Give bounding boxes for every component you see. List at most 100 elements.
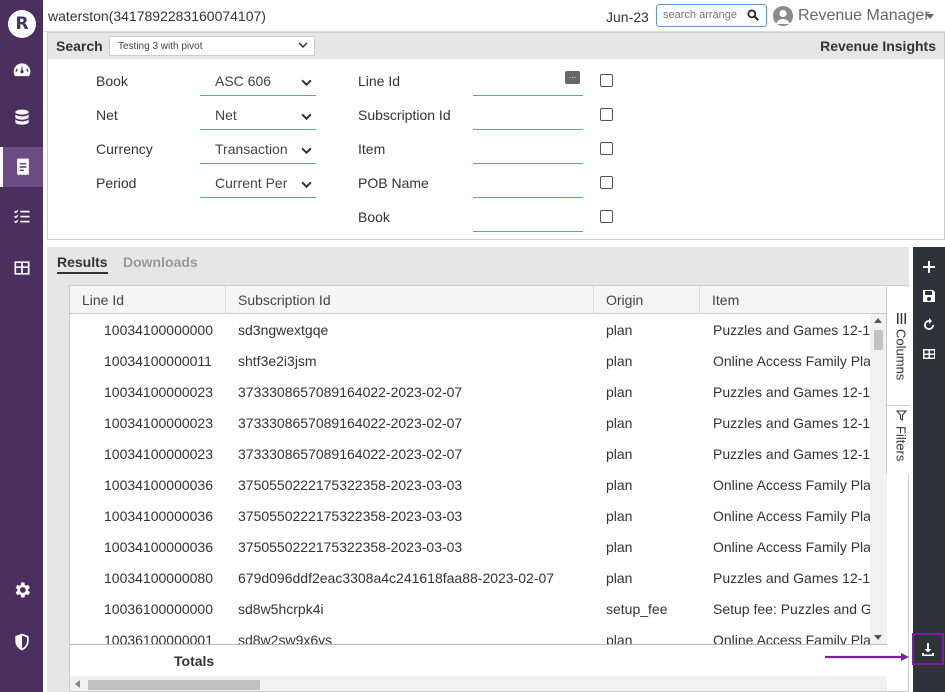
cell-origin: plan	[606, 384, 633, 400]
column-divider[interactable]	[225, 286, 226, 314]
filter-icon	[895, 410, 907, 421]
horizontal-scroll-thumb[interactable]	[88, 680, 260, 690]
book-checkbox[interactable]	[600, 210, 613, 223]
search-panel-header: Search Testing 3 with pivot Revenue Insi…	[48, 33, 944, 59]
refresh-icon	[924, 318, 934, 330]
cell-origin: plan	[606, 446, 633, 462]
cell-origin: plan	[606, 322, 633, 338]
vertical-scroll-thumb[interactable]	[874, 330, 883, 350]
book-dropdown-value: ASC 606	[215, 73, 272, 89]
app-logo[interactable]: R	[8, 10, 36, 38]
tab-results[interactable]: Results	[57, 254, 108, 274]
download-icon	[922, 643, 934, 656]
add-button[interactable]	[919, 257, 939, 277]
table-row[interactable]: 10034100000011 shtf3e2i3jsm plan Online …	[70, 345, 887, 376]
cell-item: Online Access Family Pla	[713, 353, 870, 369]
item-input[interactable]	[473, 138, 583, 164]
cell-item: Online Access Family Pla	[713, 539, 870, 555]
item-label: Item	[358, 141, 386, 157]
filters-side-tab[interactable]: Filters	[887, 405, 910, 461]
period-dropdown[interactable]: Current Per	[200, 172, 316, 198]
column-header-line-id[interactable]: Line Id	[82, 292, 124, 308]
dashboard-icon[interactable]	[0, 50, 43, 90]
table-icon[interactable]	[0, 248, 43, 288]
cell-subscription-id: shtf3e2i3jsm	[238, 353, 317, 369]
database-icon[interactable]	[0, 98, 43, 138]
book-text-input[interactable]	[473, 206, 583, 232]
net-dropdown-value: Net	[215, 107, 237, 123]
table-row[interactable]: 10034100000036 3750550222175322358-2023-…	[70, 500, 887, 531]
book-label: Book	[96, 73, 128, 89]
chevron-down-icon	[301, 113, 312, 121]
cell-line-id: 10034100000023	[104, 446, 214, 462]
download-button[interactable]	[912, 633, 944, 665]
revenue-insights-link[interactable]: Revenue Insights	[820, 38, 936, 54]
cell-item: Online Access Family Pla	[713, 508, 870, 524]
book-dropdown[interactable]: ASC 606	[200, 70, 316, 96]
net-dropdown[interactable]: Net	[200, 104, 316, 130]
subscription-id-input[interactable]	[473, 104, 583, 130]
horizontal-scrollbar[interactable]	[70, 676, 887, 691]
cell-item: Online Access Family Pla	[713, 477, 870, 493]
item-checkbox[interactable]	[600, 142, 613, 155]
table-row[interactable]: 10034100000036 3750550222175322358-2023-…	[70, 531, 887, 562]
line-id-checkbox[interactable]	[600, 74, 613, 87]
scroll-down-icon[interactable]	[874, 635, 882, 640]
more-options-icon[interactable]: ...	[565, 71, 580, 84]
checklist-icon[interactable]	[0, 197, 43, 237]
search-icon[interactable]	[746, 8, 760, 22]
cell-origin: plan	[606, 508, 633, 524]
columns-side-tab[interactable]: Columns	[887, 313, 910, 380]
user-avatar-icon[interactable]	[773, 6, 793, 26]
arrangement-search[interactable]	[656, 4, 767, 27]
cell-subscription-id: 3733308657089164022-2023-02-07	[238, 384, 463, 400]
vertical-scrollbar[interactable]	[870, 314, 887, 644]
save-button[interactable]	[919, 286, 939, 306]
chevron-down-icon	[301, 79, 312, 87]
table-row[interactable]: 10034100000080 679d096ddf2eac3308a4c2416…	[70, 562, 887, 593]
tab-downloads[interactable]: Downloads	[123, 254, 198, 270]
column-header-origin[interactable]: Origin	[606, 292, 643, 308]
role-menu[interactable]: Revenue Manager	[798, 7, 930, 25]
column-header-subscription-id[interactable]: Subscription Id	[238, 292, 331, 308]
column-divider[interactable]	[593, 286, 594, 314]
refresh-button[interactable]	[919, 315, 939, 335]
cell-line-id: 10034100000011	[104, 353, 212, 369]
cell-origin: plan	[606, 477, 633, 493]
cell-origin: setup_fee	[606, 601, 668, 617]
table-row[interactable]: 10036100000001 sd8w2sw9x6ys plan Online …	[70, 624, 887, 644]
chevron-down-icon	[298, 42, 308, 49]
receipt-icon[interactable]	[0, 147, 43, 187]
add-icon	[923, 261, 935, 273]
left-navigation: R	[0, 0, 43, 692]
shield-icon[interactable]	[0, 622, 43, 662]
column-header-item[interactable]: Item	[712, 292, 739, 308]
arrangement-search-input[interactable]	[663, 9, 743, 21]
table-row[interactable]: 10034100000023 3733308657089164022-2023-…	[70, 407, 887, 438]
cell-origin: plan	[606, 632, 633, 644]
caret-down-icon[interactable]	[926, 14, 934, 19]
column-divider[interactable]	[699, 286, 700, 314]
table-row[interactable]: 10034100000000 sd3ngwextgqe plan Puzzles…	[70, 314, 887, 345]
pob-name-checkbox[interactable]	[600, 176, 613, 189]
table-row[interactable]: 10034100000023 3733308657089164022-2023-…	[70, 376, 887, 407]
subscription-id-checkbox[interactable]	[600, 108, 613, 121]
scroll-left-icon[interactable]	[75, 680, 80, 688]
cell-line-id: 10034100000000	[104, 322, 214, 338]
scroll-up-icon[interactable]	[874, 318, 882, 323]
filters-side-tab-label: Filters	[893, 426, 909, 462]
settings-icon[interactable]	[0, 570, 43, 610]
cell-line-id: 10034100000080	[104, 570, 214, 586]
table-row[interactable]: 10034100000023 3733308657089164022-2023-…	[70, 438, 887, 469]
period-label[interactable]: Jun-23	[606, 9, 649, 25]
cell-item: Online Access Family Pla	[713, 632, 870, 644]
table-row[interactable]: 10034100000036 3750550222175322358-2023-…	[70, 469, 887, 500]
results-grid: Line Id Subscription Id Origin Item 1003…	[69, 285, 909, 692]
layout-button[interactable]	[919, 344, 939, 364]
cell-origin: plan	[606, 415, 633, 431]
saved-search-select[interactable]: Testing 3 with pivot	[109, 36, 315, 56]
currency-dropdown[interactable]: Transaction	[200, 138, 316, 164]
pob-name-input[interactable]	[473, 172, 583, 198]
grid-header: Line Id Subscription Id Origin Item	[70, 286, 887, 314]
table-row[interactable]: 10036100000000 sd8w5hcrpk4i setup_fee Se…	[70, 593, 887, 624]
